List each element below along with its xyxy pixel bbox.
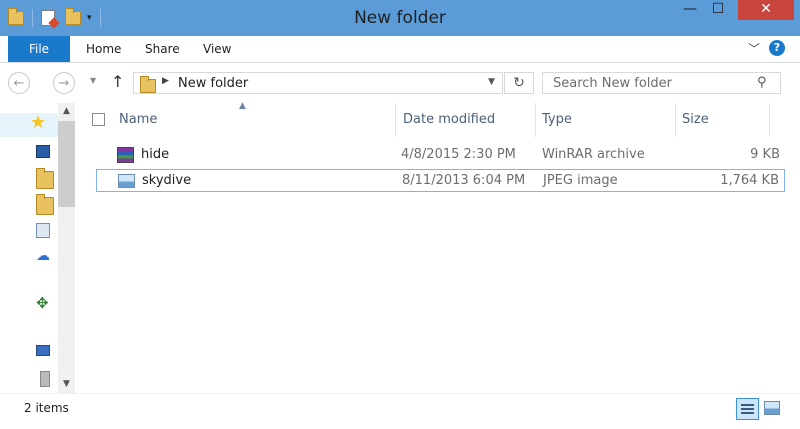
tab-share[interactable]: Share — [145, 36, 180, 62]
up-arrow-icon[interactable]: ↑ — [111, 72, 124, 91]
select-all-checkbox[interactable] — [92, 113, 105, 126]
minimize-button[interactable]: — — [676, 0, 704, 20]
file-row-hide[interactable]: hide 4/8/2015 2:30 PM WinRAR archive 9 K… — [96, 144, 785, 167]
item-count: 2 items — [24, 401, 69, 415]
drive-icon[interactable] — [40, 371, 50, 387]
scroll-up-chevron-icon[interactable]: ▲ — [58, 103, 75, 120]
file-date-modified: 4/8/2015 2:30 PM — [401, 147, 516, 162]
file-date-modified: 8/11/2013 6:04 PM — [402, 173, 526, 188]
address-history-chevron-icon[interactable]: ▼ — [488, 77, 495, 87]
nav-selection-highlight — [0, 113, 58, 137]
onedrive-cloud-icon[interactable]: ☁ — [36, 249, 52, 265]
column-header-size[interactable]: Size — [682, 103, 709, 137]
desktop-icon[interactable] — [36, 145, 50, 158]
file-name[interactable]: skydive — [142, 173, 191, 188]
column-header-name[interactable]: Name — [119, 103, 157, 137]
recent-places-folder-icon[interactable] — [36, 194, 54, 215]
column-divider[interactable] — [395, 103, 396, 137]
back-button[interactable]: ← — [8, 72, 30, 94]
help-icon[interactable]: ? — [769, 40, 785, 56]
forward-button[interactable]: → — [53, 72, 75, 94]
winrar-archive-icon — [117, 147, 134, 163]
search-input[interactable]: Search New folder ⚲ — [542, 72, 781, 94]
address-bar[interactable]: ▶ New folder ▼ — [133, 72, 503, 94]
details-view-button[interactable] — [736, 398, 759, 420]
refresh-button[interactable]: ↻ — [504, 72, 534, 94]
scroll-down-chevron-icon[interactable]: ▼ — [58, 376, 75, 393]
column-divider[interactable] — [535, 103, 536, 137]
status-bar: 2 items — [0, 393, 800, 429]
maximize-button[interactable]: ☐ — [704, 0, 732, 20]
details-view-icon — [741, 412, 754, 414]
image-file-icon — [118, 174, 135, 188]
libraries-icon[interactable] — [36, 223, 50, 238]
ribbon-tabs: File Home Share View ﹀ ? — [0, 36, 800, 63]
file-type: WinRAR archive — [542, 147, 645, 162]
breadcrumb-chevron-icon[interactable]: ▶ — [162, 76, 169, 86]
search-icon[interactable]: ⚲ — [757, 75, 767, 90]
breadcrumb-new-folder[interactable]: New folder — [178, 76, 248, 91]
tab-view[interactable]: View — [203, 36, 231, 62]
recent-locations-chevron-icon[interactable]: ▼ — [90, 76, 96, 85]
column-divider[interactable] — [675, 103, 676, 137]
expand-ribbon-chevron-icon[interactable]: ﹀ — [748, 40, 760, 57]
search-placeholder: Search New folder — [553, 76, 673, 91]
downloads-folder-icon[interactable] — [36, 168, 54, 189]
title-bar[interactable]: ▾ New folder — ☐ ✕ — [0, 0, 800, 36]
tab-file[interactable]: File — [8, 36, 70, 62]
large-icons-view-button[interactable] — [764, 401, 780, 415]
file-size: 1,764 KB — [720, 173, 779, 188]
file-name[interactable]: hide — [141, 147, 169, 162]
address-toolbar: ← → ▼ ↑ ▶ New folder ▼ ↻ Search New fold… — [0, 63, 800, 103]
file-list: ▲ Name Date modified Type Size hide 4/8/… — [76, 101, 800, 393]
column-divider[interactable] — [769, 103, 770, 137]
column-header-date-modified[interactable]: Date modified — [403, 103, 495, 137]
network-icon[interactable]: ✥ — [36, 296, 52, 312]
close-button[interactable]: ✕ — [738, 0, 794, 20]
details-view-icon — [741, 404, 754, 406]
file-row-skydive[interactable]: skydive 8/11/2013 6:04 PM JPEG image 1,7… — [96, 169, 785, 192]
explorer-window: ▾ New folder — ☐ ✕ File Home Share View … — [0, 0, 800, 429]
folder-icon — [140, 76, 156, 93]
this-pc-icon[interactable] — [36, 345, 50, 356]
navigation-pane-scrollbar[interactable]: ▲ ▼ — [58, 103, 75, 393]
file-type: JPEG image — [543, 173, 618, 188]
sort-ascending-icon: ▲ — [239, 101, 246, 111]
favorites-star-icon[interactable]: ★ — [30, 114, 46, 132]
tab-home[interactable]: Home — [86, 36, 121, 62]
file-size: 9 KB — [750, 147, 780, 162]
details-view-icon — [741, 408, 754, 410]
scroll-thumb[interactable] — [58, 121, 75, 207]
column-header-type[interactable]: Type — [542, 103, 572, 137]
navigation-pane: ★ ☁ ✥ — [0, 103, 58, 393]
